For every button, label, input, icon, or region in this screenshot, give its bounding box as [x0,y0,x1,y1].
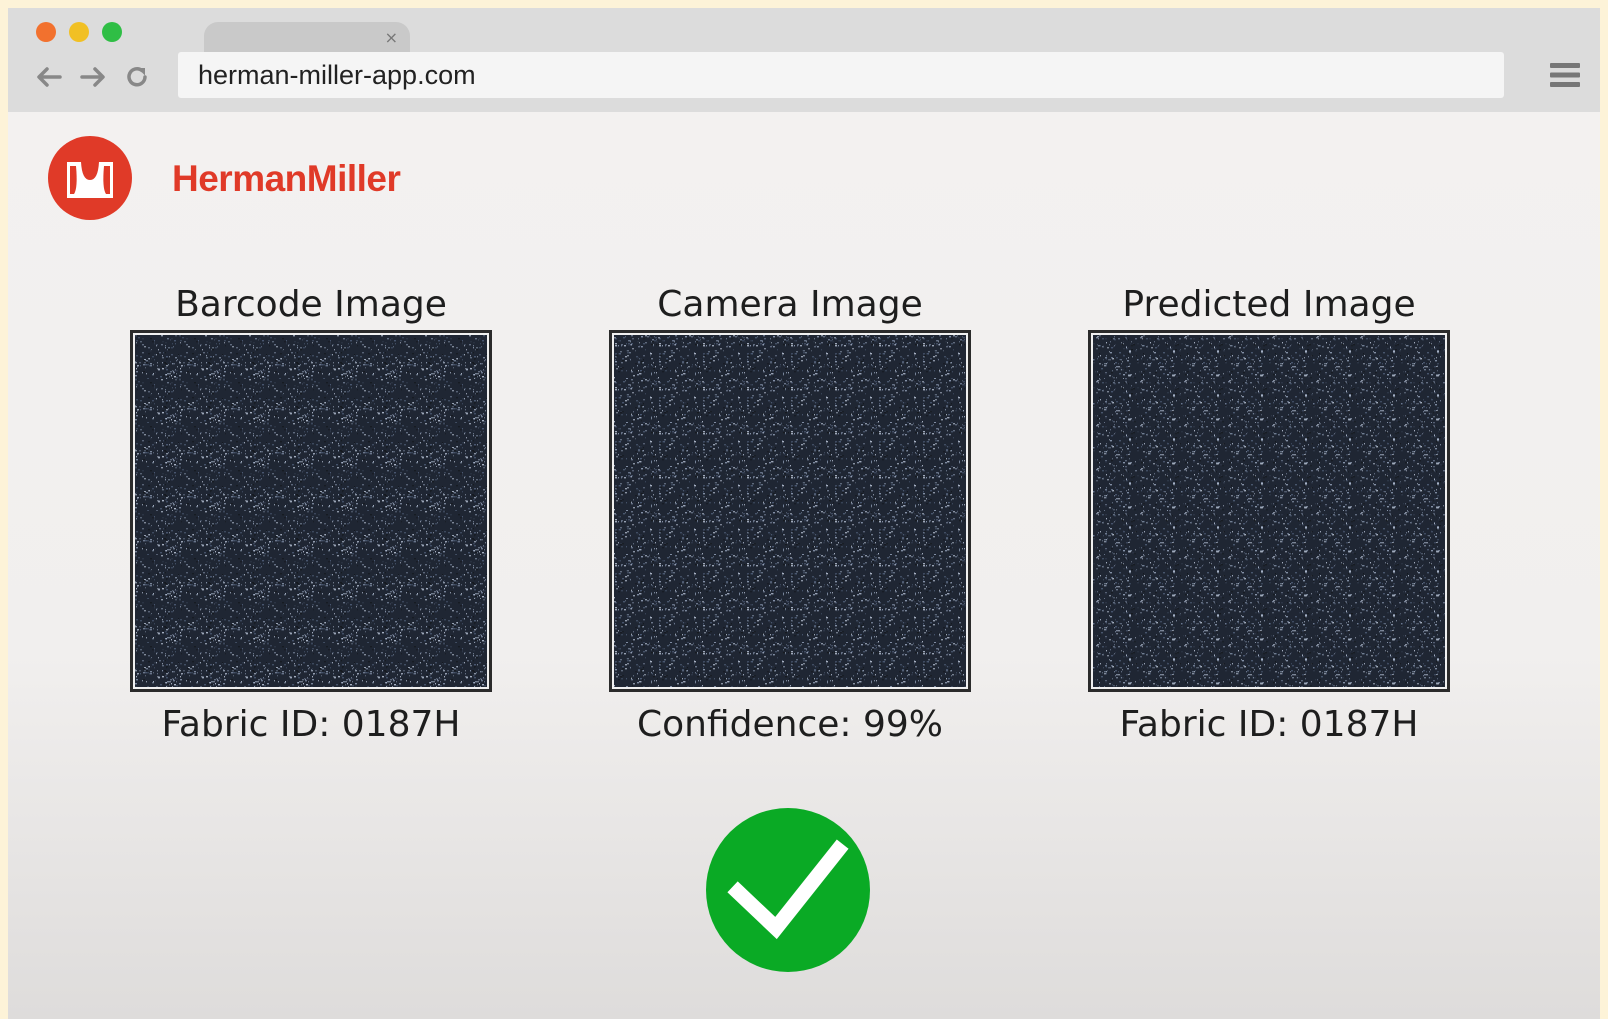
panel-title: Camera Image [657,284,923,325]
camera-image-panel: Camera Image Confidence: 99% [609,280,971,745]
browser-chrome: × herman-miller-app.com [8,8,1600,112]
check-circle-icon [706,808,870,972]
back-button[interactable] [30,58,68,96]
camera-fabric-image [609,330,971,692]
arrow-right-icon [80,67,105,87]
predicted-image-panel: Predicted Image Fabric ID: 0187H [1088,280,1450,745]
barcode-image-panel: Barcode Image Fabric ID: 0187H [130,280,492,745]
reload-button[interactable] [118,58,156,96]
panel-title: Predicted Image [1122,284,1416,325]
maximize-window-button[interactable] [102,22,122,42]
brand-name: HermanMiller [172,158,401,199]
panel-title: Barcode Image [175,284,447,325]
herman-miller-logo-icon [48,136,132,220]
browser-menu-button[interactable] [1548,58,1582,92]
herman-miller-logo[interactable] [48,136,132,220]
barcode-fabric-image [130,330,492,692]
panel-caption: Confidence: 99% [637,704,943,745]
app-page: HermanMiller Barcode Image Fabric ID: 01… [8,112,1600,1019]
match-status [706,808,870,972]
panel-caption: Fabric ID: 0187H [161,704,461,745]
nav-buttons [30,58,156,96]
window-controls [36,22,122,42]
panel-caption: Fabric ID: 0187H [1119,704,1419,745]
arrow-left-icon [37,67,62,87]
address-bar[interactable]: herman-miller-app.com [178,52,1504,98]
url-text: herman-miller-app.com [198,59,476,90]
close-window-button[interactable] [36,22,56,42]
tab-close-icon[interactable]: × [385,28,398,48]
predicted-fabric-image [1088,330,1450,692]
reload-icon [127,67,147,87]
hamburger-menu-icon [1550,63,1580,87]
forward-button[interactable] [74,58,112,96]
browser-window: × herman-miller-app.com HermanMiller Bar… [8,8,1600,1019]
minimize-window-button[interactable] [69,22,89,42]
